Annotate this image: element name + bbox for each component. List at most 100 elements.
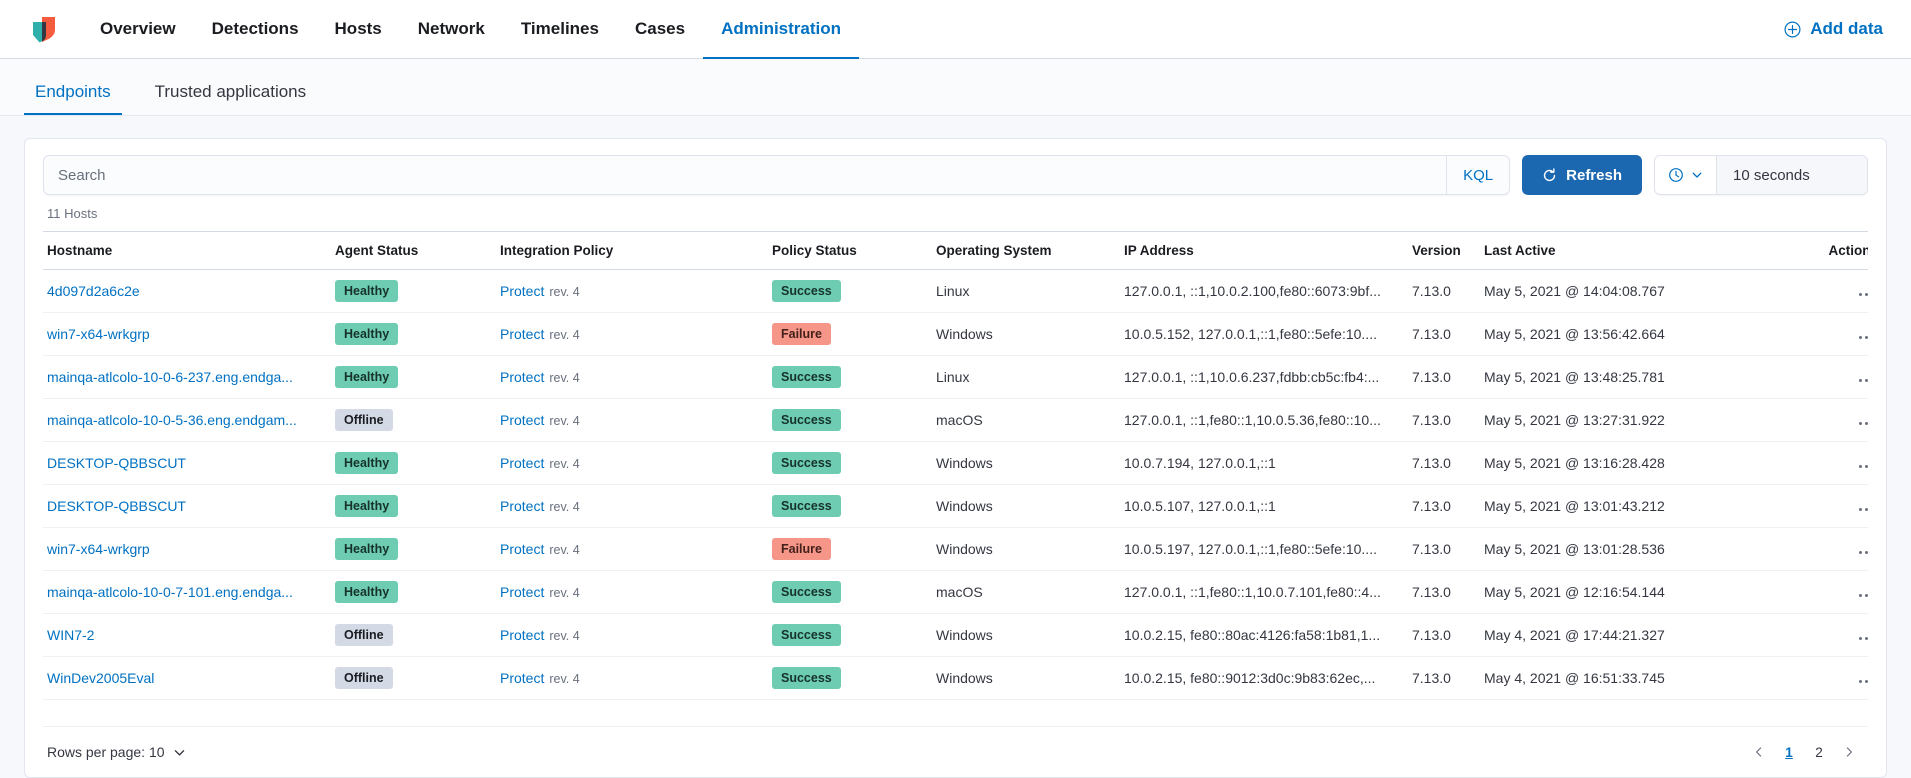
integration-policy-link[interactable]: Protect <box>500 283 544 299</box>
pagination-next-button[interactable] <box>1836 739 1862 765</box>
page-body: KQL Refresh <box>0 116 1911 778</box>
integration-policy-link[interactable]: Protect <box>500 584 544 600</box>
integration-policy-link[interactable]: Protect <box>500 541 544 557</box>
pagination-page-1[interactable]: 1 <box>1776 739 1802 765</box>
table-row: WIN7-2OfflineProtectrev. 4SuccessWindows… <box>43 614 1868 657</box>
nav-item-administration[interactable]: Administration <box>703 0 859 59</box>
refresh-interval-value[interactable]: 10 seconds <box>1717 156 1867 194</box>
integration-policy-link[interactable]: Protect <box>500 627 544 643</box>
nav-item-network[interactable]: Network <box>400 0 503 59</box>
table-row: mainqa-atlcolo-10-0-6-237.eng.endga...He… <box>43 356 1868 399</box>
cell-version: 7.13.0 <box>1408 528 1480 571</box>
table-row: WinDev2005EvalOfflineProtectrev. 4Succes… <box>43 657 1868 700</box>
sub-tabs: Endpoints Trusted applications <box>0 59 1911 116</box>
column-header-last-active[interactable]: Last Active <box>1480 232 1810 270</box>
column-header-ip-address[interactable]: IP Address <box>1120 232 1408 270</box>
hostname-link[interactable]: win7-x64-wrkgrp <box>47 541 323 557</box>
policy-status-badge: Success <box>772 495 841 517</box>
integration-policy-revision: rev. 4 <box>549 457 579 471</box>
hostname-link[interactable]: win7-x64-wrkgrp <box>47 326 323 342</box>
cell-hostname: mainqa-atlcolo-10-0-6-237.eng.endga... <box>43 356 331 399</box>
column-header-hostname[interactable]: Hostname <box>43 232 331 270</box>
cell-ip-address: 10.0.7.194, 127.0.0.1,::1 <box>1120 442 1408 485</box>
column-header-agent-status[interactable]: Agent Status <box>331 232 496 270</box>
nav-item-hosts[interactable]: Hosts <box>317 0 400 59</box>
cell-hostname: WIN7-2 <box>43 614 331 657</box>
tab-trusted-applications[interactable]: Trusted applications <box>144 82 318 115</box>
integration-policy-link[interactable]: Protect <box>500 670 544 686</box>
column-header-policy-status[interactable]: Policy Status <box>768 232 932 270</box>
table-row: DESKTOP-QBBSCUTHealthyProtectrev. 4Succe… <box>43 485 1868 528</box>
cell-agent-status: Healthy <box>331 313 496 356</box>
cell-policy-status: Failure <box>768 528 932 571</box>
endpoints-panel: KQL Refresh <box>24 138 1887 778</box>
hostname-link[interactable]: mainqa-atlcolo-10-0-6-237.eng.endga... <box>47 369 323 385</box>
chevron-right-icon <box>1843 746 1855 758</box>
integration-policy-link[interactable]: Protect <box>500 498 544 514</box>
hostname-link[interactable]: DESKTOP-QBBSCUT <box>47 498 323 514</box>
cell-policy-status: Success <box>768 614 932 657</box>
nav-item-detections[interactable]: Detections <box>194 0 317 59</box>
more-horizontal-icon[interactable] <box>1814 418 1868 429</box>
more-horizontal-icon[interactable] <box>1814 375 1868 386</box>
hostname-link[interactable]: WinDev2005Eval <box>47 670 323 686</box>
integration-policy-link[interactable]: Protect <box>500 412 544 428</box>
more-horizontal-icon[interactable] <box>1814 461 1868 472</box>
cell-operating-system: Linux <box>932 356 1120 399</box>
more-horizontal-icon[interactable] <box>1814 504 1868 515</box>
search-toolbar: KQL Refresh <box>43 155 1868 195</box>
column-header-integration-policy[interactable]: Integration Policy <box>496 232 768 270</box>
refresh-button[interactable]: Refresh <box>1522 155 1642 195</box>
hosts-count: 11 Hosts <box>43 195 1868 231</box>
search-input[interactable] <box>44 167 1446 184</box>
refresh-interval-dropdown-button[interactable] <box>1655 156 1717 194</box>
pagination-prev-button[interactable] <box>1746 739 1772 765</box>
cell-integration-policy: Protect rev. 4 <box>496 399 768 442</box>
column-header-version[interactable]: Version <box>1408 232 1480 270</box>
agent-status-badge: Healthy <box>335 495 398 517</box>
tab-endpoints[interactable]: Endpoints <box>24 82 122 115</box>
integration-policy-link[interactable]: Protect <box>500 326 544 342</box>
nav-item-cases[interactable]: Cases <box>617 0 703 59</box>
chevron-left-icon <box>1753 746 1765 758</box>
cell-hostname: mainqa-atlcolo-10-0-5-36.eng.endgam... <box>43 399 331 442</box>
more-horizontal-icon[interactable] <box>1814 633 1868 644</box>
integration-policy-revision: rev. 4 <box>549 414 579 428</box>
cell-hostname: 4d097d2a6c2e <box>43 270 331 313</box>
hostname-link[interactable]: mainqa-atlcolo-10-0-5-36.eng.endgam... <box>47 412 323 428</box>
more-horizontal-icon[interactable] <box>1814 676 1868 687</box>
elastic-security-shield-logo[interactable] <box>24 9 64 49</box>
cell-ip-address: 127.0.0.1, ::1,fe80::1,10.0.7.101,fe80::… <box>1120 571 1408 614</box>
add-data-button[interactable]: Add data <box>1784 19 1883 39</box>
more-horizontal-icon[interactable] <box>1814 590 1868 601</box>
column-header-actions: Actions <box>1810 232 1868 270</box>
refresh-label: Refresh <box>1566 167 1622 184</box>
integration-policy-link[interactable]: Protect <box>500 455 544 471</box>
nav-item-overview[interactable]: Overview <box>82 0 194 59</box>
rows-per-page-selector[interactable]: Rows per page: 10 <box>47 744 186 760</box>
nav-item-timelines[interactable]: Timelines <box>503 0 617 59</box>
column-header-operating-system[interactable]: Operating System <box>932 232 1120 270</box>
hostname-link[interactable]: 4d097d2a6c2e <box>47 283 323 299</box>
agent-status-badge: Healthy <box>335 280 398 302</box>
policy-status-badge: Success <box>772 409 841 431</box>
table-header-row: Hostname Agent Status Integration Policy… <box>43 232 1868 270</box>
agent-status-badge: Healthy <box>335 323 398 345</box>
kql-toggle[interactable]: KQL <box>1446 156 1509 194</box>
more-horizontal-icon[interactable] <box>1814 547 1868 558</box>
hostname-link[interactable]: WIN7-2 <box>47 627 323 643</box>
cell-policy-status: Success <box>768 356 932 399</box>
table-row: win7-x64-wrkgrpHealthyProtectrev. 4Failu… <box>43 313 1868 356</box>
endpoints-table-wrapper: Hostname Agent Status Integration Policy… <box>43 231 1868 726</box>
integration-policy-link[interactable]: Protect <box>500 369 544 385</box>
refresh-icon <box>1542 168 1557 183</box>
more-horizontal-icon[interactable] <box>1814 289 1868 300</box>
policy-status-badge: Failure <box>772 538 831 560</box>
pagination-page-2[interactable]: 2 <box>1806 739 1832 765</box>
cell-actions <box>1810 442 1868 485</box>
hostname-link[interactable]: DESKTOP-QBBSCUT <box>47 455 323 471</box>
more-horizontal-icon[interactable] <box>1814 332 1868 343</box>
hostname-link[interactable]: mainqa-atlcolo-10-0-7-101.eng.endga... <box>47 584 323 600</box>
table-footer: Rows per page: 10 1 2 <box>43 726 1868 777</box>
table-row: mainqa-atlcolo-10-0-5-36.eng.endgam...Of… <box>43 399 1868 442</box>
